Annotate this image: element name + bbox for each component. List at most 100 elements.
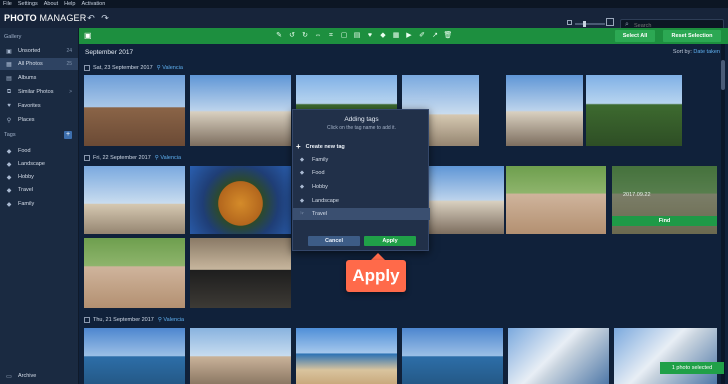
sidebar-item-all-photos[interactable]: ▦ All Photos 25 (0, 58, 78, 70)
sidebar-tag-landscape[interactable]: ◆ Landscape (0, 158, 78, 170)
sidebar-item-places[interactable]: ⚲ Places (0, 114, 78, 126)
dialog-subtitle: Click on the tag name to add it. (327, 125, 396, 131)
tool-icons: ✎ ↺ ↻ ⇔ ⌗ ▢ ▤ ♥ ◆ ▦ ▶ ✐ ↗ 🗑 (274, 30, 453, 42)
group-checkbox[interactable] (84, 317, 90, 323)
hand-cursor-icon: ☞ (299, 211, 305, 217)
apply-button[interactable]: Apply (364, 236, 416, 246)
photo-thumbnail[interactable] (586, 75, 682, 146)
slideshow-icon[interactable]: ▶ (404, 30, 414, 42)
month-heading: September 2017 (85, 49, 134, 56)
plus-icon: + (296, 142, 301, 151)
archive-icon: ▭ (6, 373, 12, 380)
menu-about[interactable]: About (44, 0, 58, 8)
dialog-tag-family[interactable]: ◆ Family (293, 154, 430, 166)
selection-toolbar: ▣ ✎ ↺ ↻ ⇔ ⌗ ▢ ▤ ♥ ◆ ▦ ▶ ✐ ↗ 🗑 Select All… (79, 28, 728, 44)
menu-help[interactable]: Help (64, 0, 75, 8)
undo-icon[interactable]: ↶ (85, 12, 97, 24)
create-new-tag-button[interactable]: + Create new tag (296, 142, 345, 151)
tag-icon[interactable]: ◆ (378, 30, 388, 42)
find-button[interactable]: Find (612, 216, 717, 226)
redo-icon[interactable]: ↷ (99, 12, 111, 24)
photo-thumbnail[interactable] (506, 75, 583, 146)
location-label[interactable]: ⚲ Valencia (155, 155, 181, 161)
location-label[interactable]: ⚲ Valencia (158, 317, 184, 323)
edit-icon[interactable]: ✐ (417, 30, 427, 42)
tag-icon: ◆ (299, 170, 305, 176)
title-bar: PHOTO MANAGER ↶ ↷ ⌕ (0, 8, 728, 31)
apply-callout: Apply (346, 260, 406, 292)
sort-control[interactable]: Sort by: Date taken (673, 49, 720, 55)
export-icon[interactable]: ▤ (352, 30, 362, 42)
tag-icon: ◆ (6, 187, 12, 194)
scrollbar-thumb[interactable] (721, 60, 725, 90)
location-label[interactable]: ⚲ Valencia (157, 65, 183, 71)
reset-selection-button[interactable]: Reset Selection (663, 30, 721, 42)
callout-arrow (371, 253, 385, 260)
zoom-slider-handle[interactable] (583, 21, 586, 27)
cancel-button[interactable]: Cancel (308, 236, 360, 246)
sidebar: Gallery ▣ Unsorted 24 ▦ All Photos 25 ▤ … (0, 28, 78, 384)
selection-count-icon: ▣ (84, 31, 92, 40)
dialog-title: Adding tags (344, 116, 379, 123)
adding-tags-dialog: Adding tags Click on the tag name to add… (292, 109, 430, 251)
dialog-tag-food[interactable]: ◆ Food (293, 167, 430, 179)
photo-thumbnail[interactable] (402, 328, 503, 384)
sidebar-item-archive[interactable]: ▭ Archive (0, 370, 78, 382)
photo-thumbnail[interactable] (296, 328, 397, 384)
sidebar-tag-hobby[interactable]: ◆ Hobby (0, 171, 78, 183)
sidebar-item-favorites[interactable]: ♥ Favorites (0, 100, 78, 112)
tag-icon: ◆ (6, 148, 12, 155)
menu-settings[interactable]: Settings (18, 0, 38, 8)
resize-icon[interactable]: ⇔ (313, 30, 323, 42)
photo-thumbnail[interactable] (428, 166, 504, 234)
tags-section-label: Tags (4, 132, 16, 138)
menu-activation[interactable]: Activation (81, 0, 105, 8)
select-all-button[interactable]: Select All (615, 30, 655, 42)
photo-thumbnail[interactable] (508, 328, 609, 384)
dialog-tag-landscape[interactable]: ◆ Landscape (293, 195, 430, 207)
sidebar-tag-family[interactable]: ◆ Family (0, 198, 78, 210)
photo-thumbnail[interactable] (190, 75, 291, 146)
photo-thumbnail[interactable] (190, 238, 291, 308)
zoom-slider[interactable] (575, 23, 605, 25)
sidebar-item-albums[interactable]: ▤ Albums (0, 72, 78, 84)
delete-icon[interactable]: 🗑 (443, 30, 453, 42)
share-icon[interactable]: ↗ (430, 30, 440, 42)
rotate-right-icon[interactable]: ↻ (300, 30, 310, 42)
photo-thumbnail[interactable] (190, 166, 291, 234)
photo-thumbnail[interactable] (84, 238, 185, 308)
photo-thumbnail[interactable] (614, 328, 717, 384)
dialog-tag-hobby[interactable]: ◆ Hobby (293, 181, 430, 193)
add-tag-button[interactable]: + (64, 131, 72, 139)
heart-icon: ♥ (7, 103, 11, 109)
similar-photos-icon: ⧉ (6, 88, 12, 95)
photo-thumbnail[interactable] (84, 328, 185, 384)
dialog-tag-travel[interactable]: ☞ Travel (293, 208, 430, 220)
photo-thumbnail[interactable] (190, 328, 291, 384)
group-checkbox[interactable] (84, 65, 90, 71)
tag-icon: ◆ (6, 161, 12, 168)
group-checkbox[interactable] (84, 155, 90, 161)
sidebar-tag-travel[interactable]: ◆ Travel (0, 184, 78, 196)
album-icon[interactable]: ▦ (391, 30, 401, 42)
sidebar-tag-food[interactable]: ◆ Food (0, 145, 78, 157)
enhance-icon[interactable]: ✎ (274, 30, 284, 42)
photo-thumbnail[interactable] (506, 166, 606, 234)
small-thumb-icon[interactable] (567, 20, 572, 25)
date-group-header: Sat, 23 September 2017 ⚲ Valencia (84, 65, 183, 71)
favorite-icon[interactable]: ♥ (365, 30, 375, 42)
frame-icon[interactable]: ▢ (339, 30, 349, 42)
large-thumb-icon[interactable] (606, 18, 614, 26)
photo-thumbnail[interactable] (84, 75, 185, 146)
unsorted-icon: ▣ (6, 48, 12, 55)
app-logo: PHOTO MANAGER (4, 13, 87, 23)
menu-file[interactable]: File (3, 0, 12, 8)
crop-icon[interactable]: ⌗ (326, 30, 336, 42)
sidebar-item-similar-photos[interactable]: ⧉ Similar Photos > (0, 86, 78, 98)
scrollbar[interactable] (721, 44, 725, 384)
photo-thumbnail[interactable] (84, 166, 185, 234)
rotate-left-icon[interactable]: ↺ (287, 30, 297, 42)
gallery-section-label: Gallery (4, 34, 22, 40)
tag-icon: ◆ (6, 201, 12, 208)
sidebar-item-unsorted[interactable]: ▣ Unsorted 24 (0, 45, 78, 57)
